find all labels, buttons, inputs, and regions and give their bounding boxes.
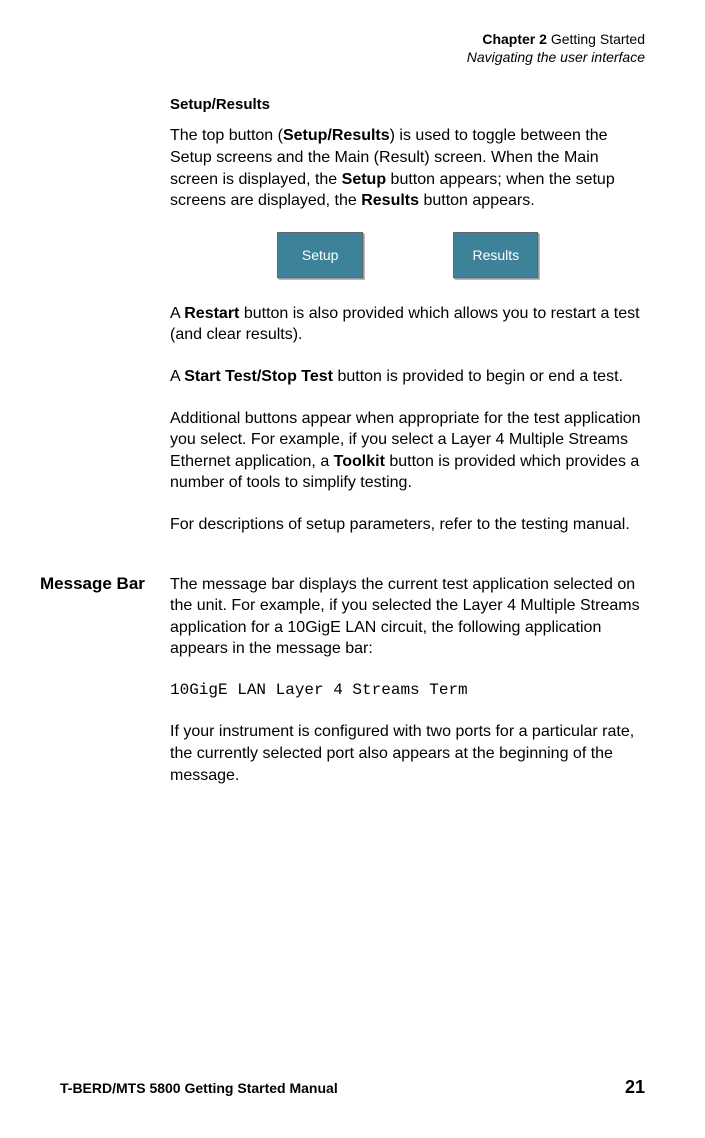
para-message-bar-ports: If your instrument is configured with tw…	[170, 721, 645, 786]
section-heading-setup-results: Setup/Results	[170, 96, 645, 113]
message-bar-example: 10GigE LAN Layer 4 Streams Term	[170, 680, 645, 702]
footer-manual-title: T-BERD/MTS 5800 Getting Started Manual	[60, 1080, 338, 1096]
button-row: Setup Results	[170, 232, 645, 278]
message-bar-label: Message Bar	[40, 574, 145, 594]
chapter-line: Chapter 2 Getting Started	[40, 30, 645, 48]
page-header: Chapter 2 Getting Started Navigating the…	[40, 30, 645, 66]
header-subtitle: Navigating the user interface	[40, 48, 645, 66]
para-refer-manual: For descriptions of setup parameters, re…	[170, 514, 645, 536]
para-restart: A Restart button is also provided which …	[170, 303, 645, 346]
setup-button[interactable]: Setup	[277, 232, 364, 278]
para-start-stop: A Start Test/Stop Test button is provide…	[170, 366, 645, 388]
para-message-bar-intro: The message bar displays the current tes…	[170, 574, 645, 660]
results-button[interactable]: Results	[453, 232, 538, 278]
main-content: Setup/Results The top button (Setup/Resu…	[170, 96, 645, 786]
footer-page-number: 21	[625, 1077, 645, 1098]
para-toolkit: Additional buttons appear when appropria…	[170, 408, 645, 494]
chapter-title: Getting Started	[551, 31, 645, 47]
page-footer: T-BERD/MTS 5800 Getting Started Manual 2…	[60, 1077, 645, 1098]
chapter-label: Chapter 2	[482, 31, 547, 47]
message-bar-section: Message Bar The message bar displays the…	[170, 574, 645, 787]
para-setup-results-intro: The top button (Setup/Results) is used t…	[170, 125, 645, 211]
